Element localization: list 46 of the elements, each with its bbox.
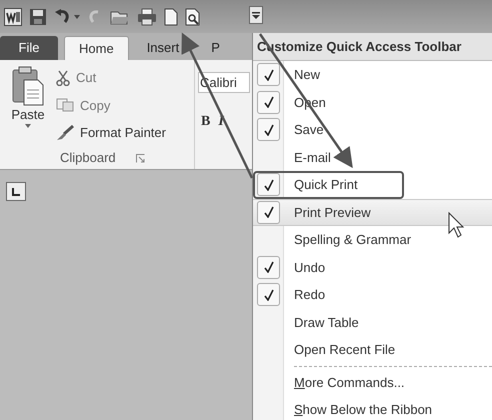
ribbon-tab[interactable]: P xyxy=(197,36,234,60)
checkmark-icon xyxy=(264,124,274,136)
checkmark-icon xyxy=(264,288,274,301)
print-preview-icon[interactable] xyxy=(185,8,201,26)
menu-item[interactable]: Draw Table xyxy=(253,308,492,336)
menu-item[interactable]: New xyxy=(253,61,492,88)
brush-icon xyxy=(56,124,74,141)
caret-icon[interactable] xyxy=(25,124,31,128)
scissors-icon xyxy=(56,70,70,86)
file-tab[interactable]: File xyxy=(0,36,58,60)
menu-item[interactable]: Open Recent File xyxy=(253,336,492,364)
menu-item[interactable]: Undo xyxy=(253,254,492,281)
menu-item[interactable]: Redo xyxy=(253,281,492,308)
menu-item[interactable]: E-mail xyxy=(253,144,492,171)
paste-button[interactable]: Paste xyxy=(11,108,45,122)
document-icon[interactable] xyxy=(164,8,178,26)
format-painter-button[interactable]: Format Painter xyxy=(80,123,166,142)
bold-button[interactable]: B xyxy=(201,111,210,132)
menu-item[interactable]: More Commands... xyxy=(253,370,492,396)
left-tab-icon xyxy=(12,188,20,196)
ribbon-tab[interactable]: Insert xyxy=(132,36,194,60)
dialog-launcher-icon[interactable] xyxy=(136,154,145,162)
cut-button[interactable]: Cut xyxy=(76,68,96,88)
save-icon[interactable] xyxy=(29,8,47,26)
dropdown-icon xyxy=(252,12,260,18)
menu-item[interactable]: Print Preview xyxy=(253,198,492,226)
copy-button[interactable]: Copy xyxy=(80,96,110,115)
menu-item[interactable]: Spelling & Grammar xyxy=(253,226,492,254)
checkmark-icon xyxy=(264,178,274,191)
menu-item[interactable]: Quick Print xyxy=(253,171,492,198)
checkmark-icon xyxy=(264,68,274,81)
checkmark-icon xyxy=(264,206,274,218)
word-logo-icon xyxy=(4,8,22,26)
checkmark-icon xyxy=(264,96,274,108)
menu-item[interactable]: Save xyxy=(253,116,492,144)
menu-item[interactable]: Show Below the Ribbon xyxy=(253,396,492,420)
clipboard-icon xyxy=(11,66,45,106)
checkmark-icon xyxy=(264,261,274,274)
copy-icon xyxy=(56,98,74,112)
caret-icon[interactable] xyxy=(74,14,80,18)
ribbon-tab[interactable]: Home xyxy=(64,36,129,60)
mouse-cursor-icon xyxy=(448,212,464,238)
printer-icon[interactable] xyxy=(137,8,157,26)
customize-toolbar-button[interactable] xyxy=(249,6,263,24)
group-label: Clipboard xyxy=(60,149,116,168)
tab-selector-button[interactable] xyxy=(6,182,26,201)
